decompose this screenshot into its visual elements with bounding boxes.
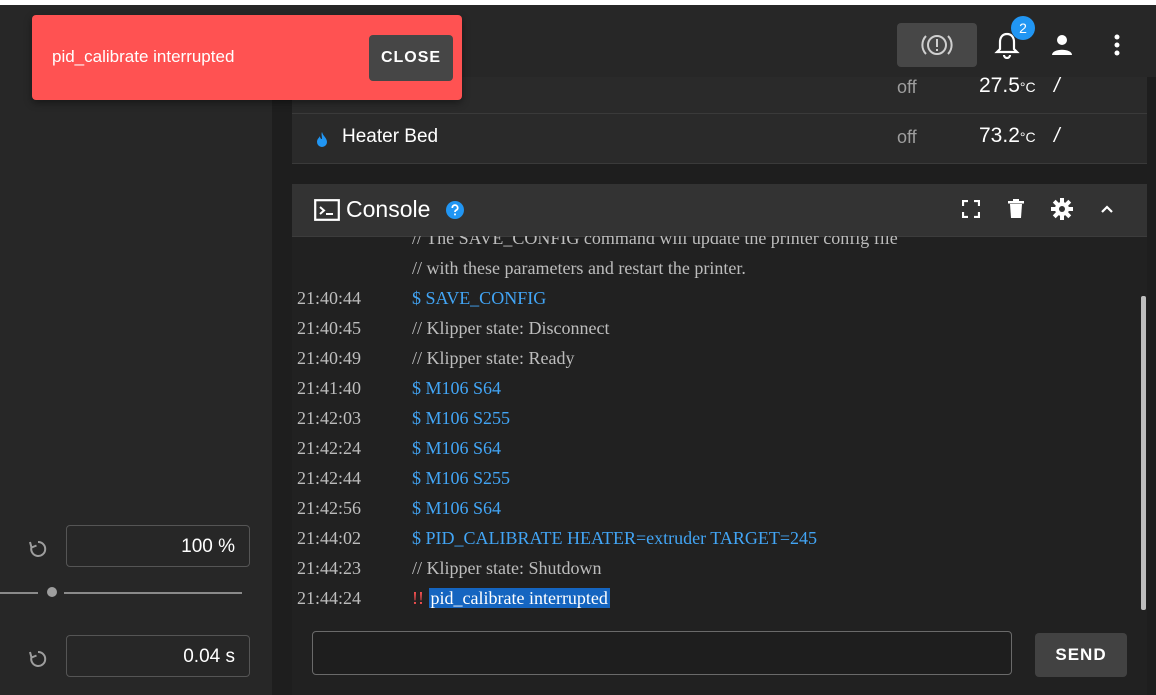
console-line-message: $ M106 S64 (412, 498, 502, 518)
snackbar-message: pid_calibrate interrupted (52, 47, 235, 66)
heater-temp: 73.2°C (979, 124, 1036, 147)
console-scrollbar[interactable] (1141, 296, 1146, 610)
console-line-time: 21:40:44 (297, 288, 362, 308)
console-error-message: pid_calibrate interrupted (428, 588, 610, 608)
heater-row[interactable]: Heater Bed off 73.2°C / (292, 113, 1147, 164)
flame-icon (317, 132, 327, 147)
console-line-message: $ M106 S64 (412, 378, 502, 398)
slider-track-left[interactable] (0, 592, 38, 594)
slider-track-right[interactable] (64, 592, 242, 594)
console-line-time: 21:44:02 (297, 528, 362, 548)
console-line-time: 21:42:03 (297, 408, 362, 428)
console-line-time: 21:42:44 (297, 468, 362, 488)
console-line-message: $ PID_CALIBRATE HEATER=extruder TARGET=2… (412, 528, 817, 548)
trash-icon[interactable] (1008, 199, 1024, 218)
reset-icon[interactable] (28, 539, 48, 559)
emergency-stop-button[interactable] (897, 23, 977, 67)
console-line-time: 21:40:45 (297, 318, 362, 338)
console-line-time: 21:44:24 (297, 588, 362, 608)
console-panel: Console // The SAVE_CONFIG command will … (292, 184, 1147, 695)
console-line-time: 21:41:40 (297, 378, 362, 398)
console-line-message: // Klipper state: Shutdown (412, 558, 602, 578)
more-vert-icon (1114, 34, 1120, 56)
fullscreen-icon[interactable] (962, 200, 980, 218)
heater-state: off (897, 127, 917, 147)
console-log[interactable]: // The SAVE_CONFIG command will update t… (292, 236, 1140, 611)
speed-factor-field[interactable]: 100 % (66, 525, 250, 567)
main-content: off 27.5°C / Heater Bed off 73.2°C / Con… (272, 74, 1156, 695)
console-line-message: $ M106 S64 (412, 438, 502, 458)
gear-icon[interactable] (1051, 198, 1073, 220)
heater-temp: 27.5°C (979, 74, 1036, 97)
send-button[interactable]: SEND (1035, 633, 1127, 677)
console-command-input[interactable] (312, 631, 1012, 675)
heater-name: Heater Bed (342, 126, 439, 147)
slider-thumb[interactable] (47, 587, 57, 597)
console-line-message: $ M106 S255 (412, 408, 511, 428)
account-button[interactable] (1042, 25, 1082, 65)
snackbar-close-button[interactable]: CLOSE (369, 35, 453, 81)
console-icon (314, 199, 340, 221)
error-snackbar: pid_calibrate interrupted CLOSE (32, 15, 462, 100)
console-title: Console (346, 196, 431, 222)
notification-badge: 2 (1011, 16, 1035, 40)
pressure-advance-field[interactable]: 0.04 s (66, 635, 250, 677)
console-error-prefix: !! (412, 588, 424, 608)
console-line-message: // Klipper state: Ready (412, 348, 575, 368)
heater-state: off (897, 77, 917, 97)
console-line-message: // The SAVE_CONFIG command will update t… (412, 236, 898, 248)
left-panel: 100 % 0.04 s (0, 77, 272, 695)
console-line-message: // with these parameters and restart the… (412, 258, 746, 278)
heater-target-separator: / (1054, 125, 1060, 147)
console-line-message: // Klipper state: Disconnect (412, 318, 610, 338)
more-menu-button[interactable] (1097, 25, 1137, 65)
help-icon[interactable] (446, 201, 464, 219)
emergency-stop-icon (921, 35, 953, 55)
console-line-message: $ M106 S255 (412, 468, 511, 488)
console-line-time: 21:42:56 (297, 498, 362, 518)
console-line-time: 21:40:49 (297, 348, 362, 368)
console-line-time: 21:42:24 (297, 438, 362, 458)
reset-icon[interactable] (28, 649, 48, 669)
chevron-up-icon[interactable] (1100, 204, 1114, 214)
console-header: Console (292, 184, 1147, 237)
console-line-message: !! pid_calibrate interrupted (412, 588, 610, 609)
account-icon (1052, 35, 1072, 55)
heater-target-separator: / (1054, 75, 1060, 97)
console-line-message: $ SAVE_CONFIG (412, 288, 547, 308)
console-line-time: 21:44:23 (297, 558, 362, 578)
